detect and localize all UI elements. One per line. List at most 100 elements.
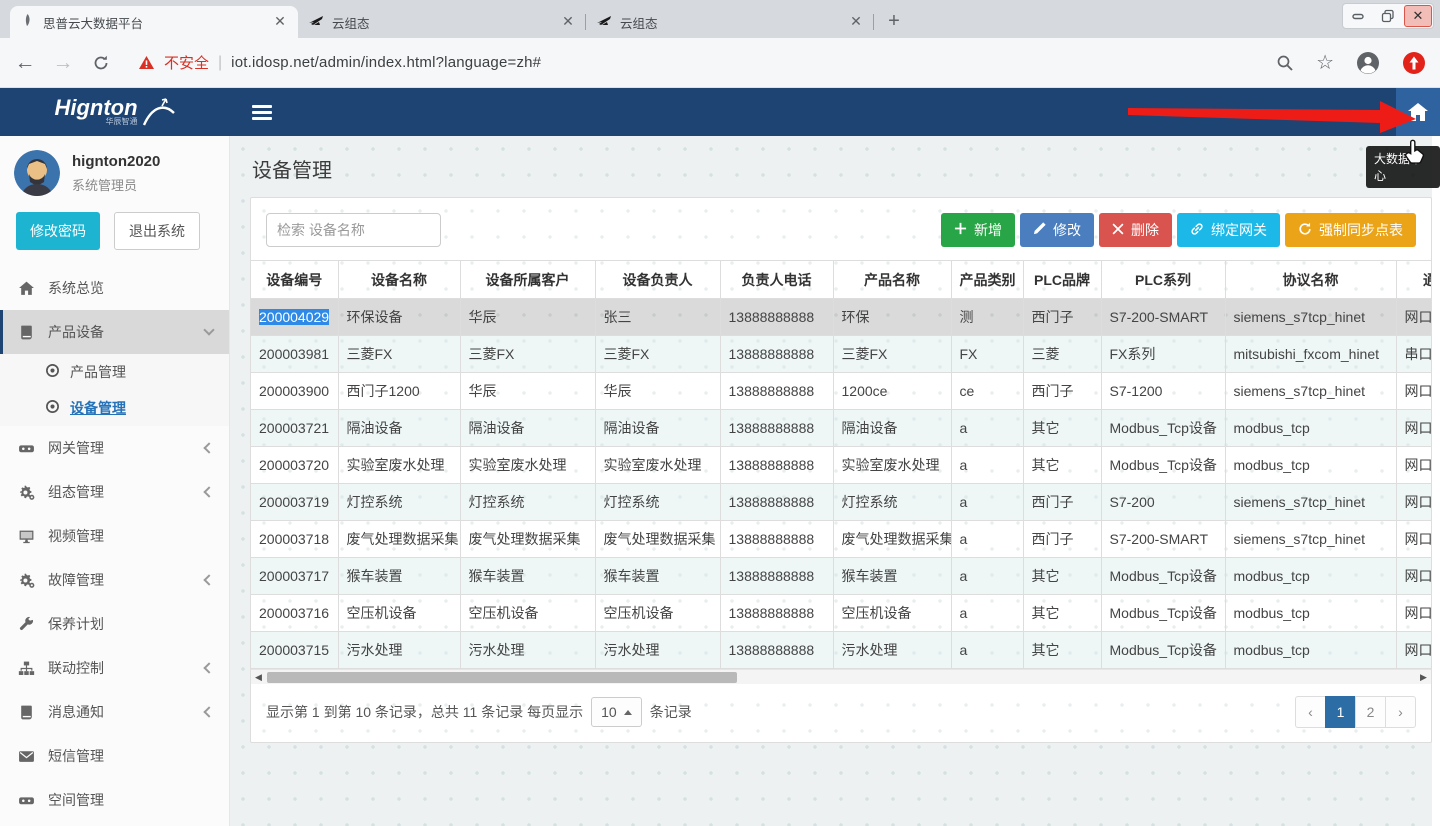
sidebar-item-保养计划[interactable]: 保养计划 xyxy=(0,602,229,646)
table-row[interactable]: 200003716空压机设备空压机设备空压机设备13888888888空压机设备… xyxy=(251,595,1431,632)
extension-icon[interactable] xyxy=(1402,51,1426,75)
table-cell: 三菱FX xyxy=(460,336,595,373)
page-size-select[interactable]: 10 xyxy=(591,697,642,727)
restore-icon xyxy=(1380,8,1396,24)
zoom-icon[interactable] xyxy=(1276,54,1294,72)
minimize-button[interactable] xyxy=(1343,4,1373,28)
table-row[interactable]: 200003721隔油设备隔油设备隔油设备13888888888隔油设备a其它M… xyxy=(251,410,1431,447)
sidebar-item-消息通知[interactable]: 消息通知 xyxy=(0,690,229,734)
sidebar-subitem-设备管理[interactable]: 设备管理 xyxy=(0,390,229,426)
table-cell: 污水处理 xyxy=(338,632,460,669)
绑定网关-button[interactable]: 绑定网关 xyxy=(1177,213,1280,247)
column-header[interactable]: 设备负责人 xyxy=(595,261,720,299)
table-row[interactable]: 200004029环保设备华辰张三13888888888环保测西门子S7-200… xyxy=(251,299,1431,336)
window-controls: ✕ xyxy=(1342,3,1434,29)
new-tab-button[interactable]: + xyxy=(880,8,908,36)
column-header[interactable]: 设备所属客户 xyxy=(460,261,595,299)
user-role: 系统管理员 xyxy=(72,175,160,194)
sidebar: hignton2020 系统管理员 修改密码 退出系统 系统总览产品设备产品管理… xyxy=(0,136,230,826)
security-warning[interactable]: 不安全 xyxy=(164,52,209,73)
profile-avatar-icon[interactable] xyxy=(1356,51,1380,75)
deer-logo-icon xyxy=(142,97,176,127)
browser-tab[interactable]: 云组态✕ xyxy=(298,6,586,38)
forward-icon[interactable]: → xyxy=(52,52,74,74)
table-cell: 西门子1200 xyxy=(338,373,460,410)
table-row[interactable]: 200003718废气处理数据采集废气处理数据采集废气处理数据采集1388888… xyxy=(251,521,1431,558)
scroll-left-icon[interactable]: ◀ xyxy=(251,670,266,685)
table-cell: 其它 xyxy=(1023,595,1101,632)
table-cell: 其它 xyxy=(1023,558,1101,595)
table-row[interactable]: 200003981三菱FX三菱FX三菱FX13888888888三菱FXFX三菱… xyxy=(251,336,1431,373)
next-page-button[interactable]: › xyxy=(1385,696,1416,728)
logo[interactable]: Hignton 华辰智通 xyxy=(0,88,230,136)
search-input[interactable] xyxy=(266,213,441,247)
restore-button[interactable] xyxy=(1373,4,1403,28)
horizontal-scrollbar[interactable]: ◀ ▶ xyxy=(251,669,1431,684)
table-row[interactable]: 200003717猴车装置猴车装置猴车装置13888888888猴车装置a其它M… xyxy=(251,558,1431,595)
avatar[interactable] xyxy=(14,150,60,196)
column-header[interactable]: PLC品牌 xyxy=(1023,261,1101,299)
menu-toggle-icon[interactable] xyxy=(252,105,272,120)
change-password-button[interactable]: 修改密码 xyxy=(16,212,100,250)
table-cell: siemens_s7tcp_hinet xyxy=(1225,484,1396,521)
sidebar-item-产品设备[interactable]: 产品设备 xyxy=(0,310,229,354)
table-cell: 13888888888 xyxy=(720,558,833,595)
table-row[interactable]: 200003900西门子1200华辰华辰138888888881200cece西… xyxy=(251,373,1431,410)
table-cell: 13888888888 xyxy=(720,373,833,410)
sidebar-item-联动控制[interactable]: 联动控制 xyxy=(0,646,229,690)
scroll-right-icon[interactable]: ▶ xyxy=(1416,670,1431,685)
page-button-2[interactable]: 2 xyxy=(1355,696,1386,728)
logout-button[interactable]: 退出系统 xyxy=(114,212,200,250)
table-cell: 1200ce xyxy=(833,373,951,410)
bigdata-home-button[interactable] xyxy=(1396,88,1440,136)
chevron-left-icon xyxy=(203,574,214,585)
sidebar-subitem-产品管理[interactable]: 产品管理 xyxy=(0,354,229,390)
scrollbar-thumb[interactable] xyxy=(267,672,737,683)
tab-close-icon[interactable]: ✕ xyxy=(560,14,576,30)
reload-icon[interactable] xyxy=(90,52,112,74)
column-header[interactable]: 设备名称 xyxy=(338,261,460,299)
tab-close-icon[interactable]: ✕ xyxy=(848,14,864,30)
sidebar-item-系统总览[interactable]: 系统总览 xyxy=(0,266,229,310)
browser-chrome: 思普云大数据平台✕云组态✕云组态✕ + ✕ ← → 不安全 | iot.idos… xyxy=(0,0,1440,88)
jet-favicon-icon xyxy=(596,13,612,32)
browser-tab[interactable]: 思普云大数据平台✕ xyxy=(10,6,298,38)
column-header[interactable]: PLC系列 xyxy=(1101,261,1225,299)
wrench-icon xyxy=(18,616,35,633)
table-row[interactable]: 200003720实验室废水处理实验室废水处理实验室废水处理1388888888… xyxy=(251,447,1431,484)
close-button[interactable]: ✕ xyxy=(1404,5,1432,27)
table-cell: 隔油设备 xyxy=(460,410,595,447)
table-cell: S7-200 xyxy=(1101,484,1225,521)
sidebar-item-网关管理[interactable]: 网关管理 xyxy=(0,426,229,470)
table-cell: Modbus_Tcp设备 xyxy=(1101,595,1225,632)
url-text[interactable]: iot.idosp.net/admin/index.html?language=… xyxy=(231,54,541,71)
column-header[interactable]: 设备编号 xyxy=(251,261,338,299)
column-header[interactable]: 产品类别 xyxy=(951,261,1023,299)
修改-button[interactable]: 修改 xyxy=(1020,213,1094,247)
sidebar-item-短信管理[interactable]: 短信管理 xyxy=(0,734,229,778)
强制同步点表-button[interactable]: 强制同步点表 xyxy=(1285,213,1416,247)
app-header: Hignton 华辰智通 xyxy=(0,88,1440,136)
prev-page-button[interactable]: ‹ xyxy=(1295,696,1326,728)
table-cell: 实验室废水处理 xyxy=(833,447,951,484)
sidebar-item-空间管理[interactable]: 空间管理 xyxy=(0,778,229,822)
sidebar-item-组态管理[interactable]: 组态管理 xyxy=(0,470,229,514)
table-row[interactable]: 200003715污水处理污水处理污水处理13888888888污水处理a其它M… xyxy=(251,632,1431,669)
删除-button[interactable]: 删除 xyxy=(1099,213,1172,247)
page-button-1[interactable]: 1 xyxy=(1325,696,1356,728)
新增-button[interactable]: 新增 xyxy=(941,213,1015,247)
sidebar-item-视频管理[interactable]: 视频管理 xyxy=(0,514,229,558)
table-row[interactable]: 200003719灯控系统灯控系统灯控系统13888888888灯控系统a西门子… xyxy=(251,484,1431,521)
sitemap-icon xyxy=(18,660,35,677)
sidebar-item-故障管理[interactable]: 故障管理 xyxy=(0,558,229,602)
back-icon[interactable]: ← xyxy=(14,52,36,74)
column-header[interactable]: 负责人电话 xyxy=(720,261,833,299)
tab-close-icon[interactable]: ✕ xyxy=(272,14,288,30)
column-header[interactable]: 通讯方式 xyxy=(1396,261,1431,299)
column-header[interactable]: 产品名称 xyxy=(833,261,951,299)
table-cell: FX系列 xyxy=(1101,336,1225,373)
column-header[interactable]: 协议名称 xyxy=(1225,261,1396,299)
address-bar[interactable]: 不安全 | iot.idosp.net/admin/index.html?lan… xyxy=(128,52,1260,73)
bookmark-star-icon[interactable]: ☆ xyxy=(1316,50,1334,75)
browser-tab[interactable]: 云组态✕ xyxy=(586,6,874,38)
